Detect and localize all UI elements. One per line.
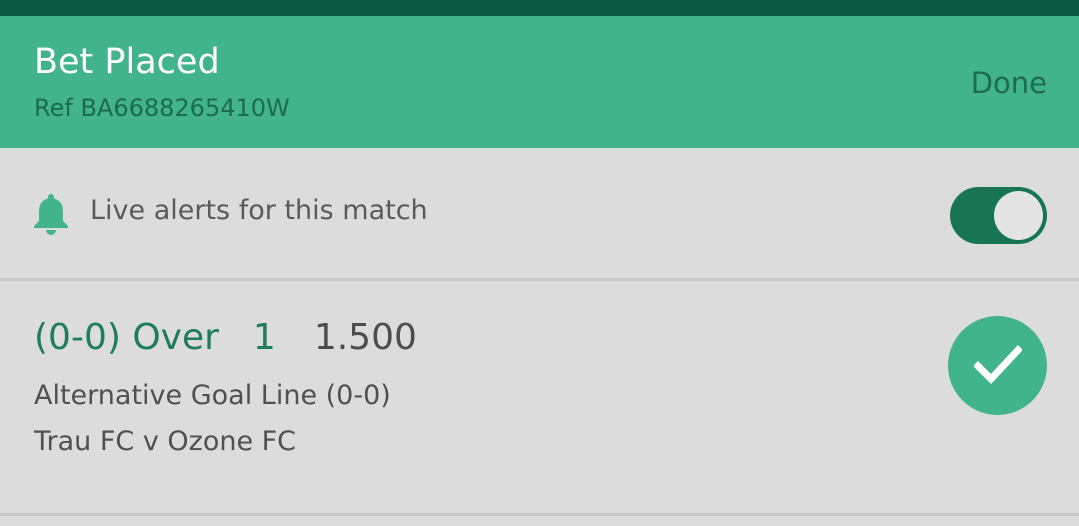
status-bar	[0, 0, 1079, 16]
bet-reference: Ref BA6688265410W	[34, 94, 290, 122]
bet-receipt-item: (0-0) Over 1 1.500 Alternative Goal Line (…	[0, 284, 1079, 516]
live-alerts-row: Live alerts for this match	[0, 148, 1079, 281]
done-button[interactable]: Done	[971, 66, 1047, 100]
market-name: Alternative Goal Line (0-0)	[34, 380, 391, 411]
bet-selection: (0-0) Over 1 1.500	[34, 317, 417, 358]
live-alerts-label: Live alerts for this match	[90, 195, 428, 226]
bet-placed-header: Bet Placed Ref BA6688265410W Done	[0, 16, 1079, 148]
toggle-knob	[994, 191, 1043, 240]
live-alerts-toggle[interactable]	[950, 187, 1047, 244]
bell-icon	[34, 194, 68, 235]
event-name: Trau FC v Ozone FC	[34, 426, 297, 457]
selection-odds: 1.500	[313, 317, 417, 358]
selection-line: 1	[252, 317, 276, 358]
check-icon	[974, 345, 1022, 385]
bet-status-badge	[948, 316, 1047, 415]
selection-name: (0-0) Over	[34, 317, 219, 358]
page-title: Bet Placed	[34, 42, 220, 82]
